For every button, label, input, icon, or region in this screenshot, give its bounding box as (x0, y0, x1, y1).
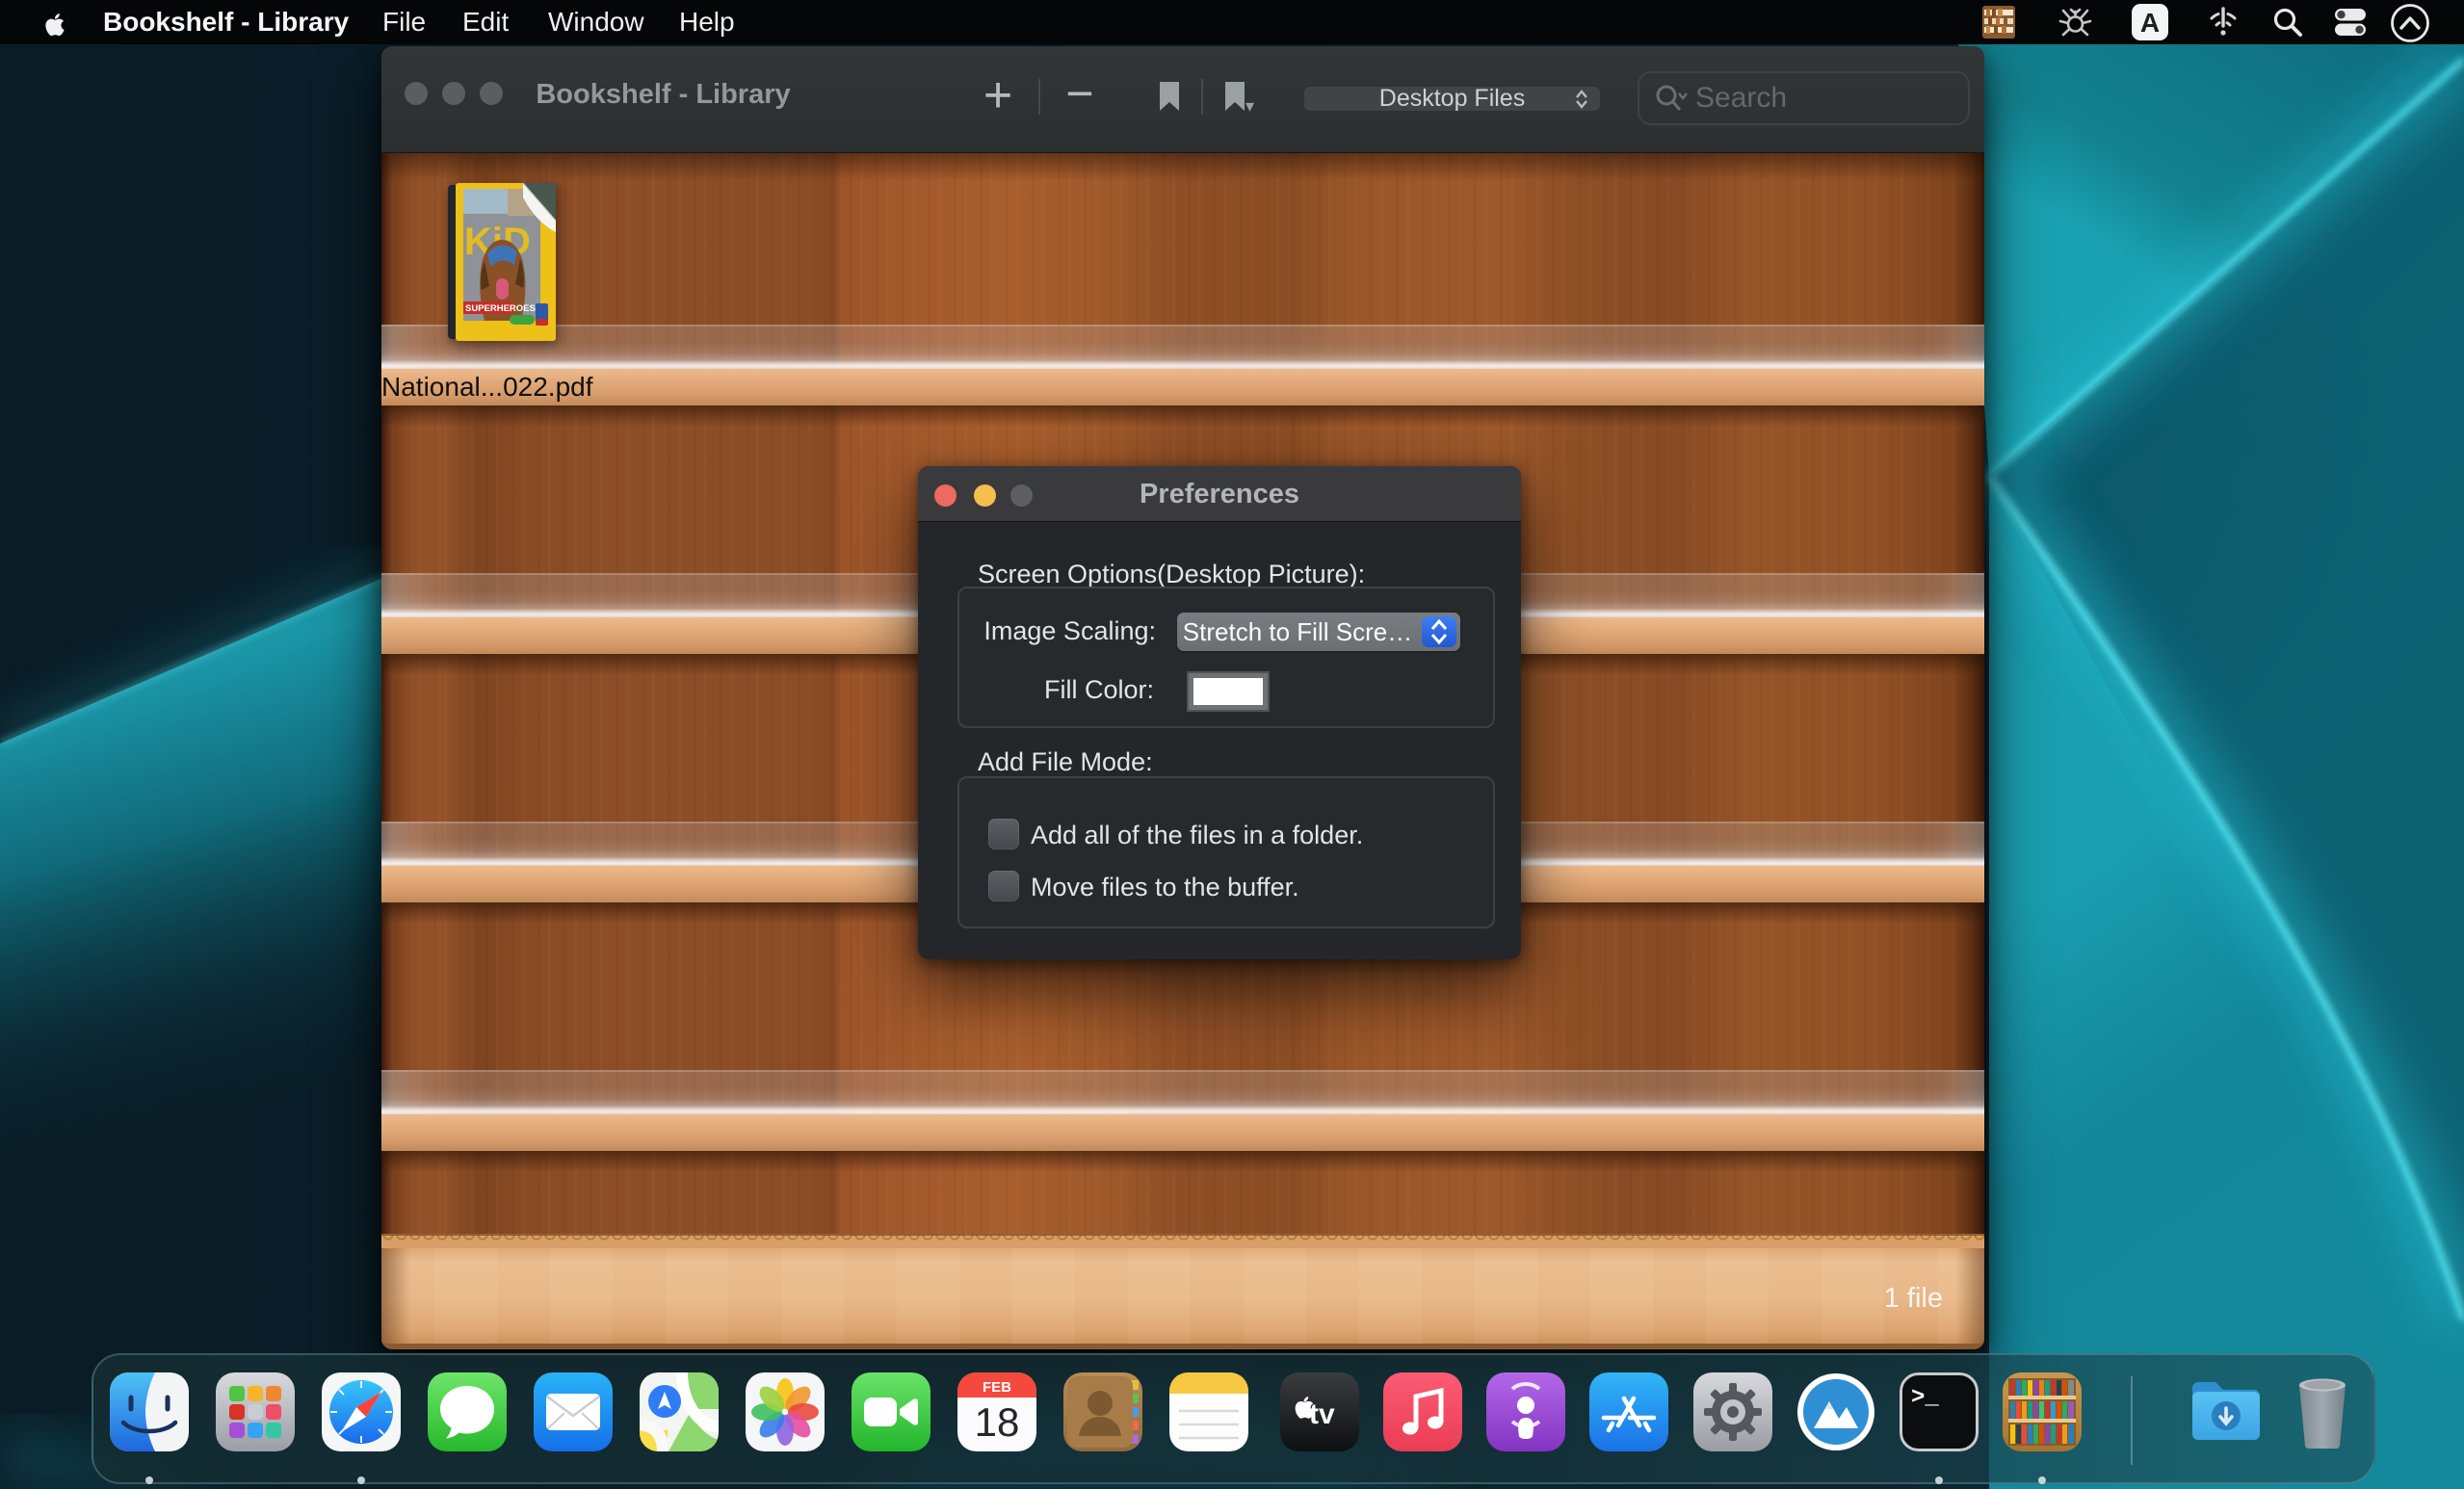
svg-text:>_: >_ (1911, 1385, 1939, 1411)
svg-text:18: 18 (975, 1399, 1020, 1445)
svg-text:SUPERHEROES!: SUPERHEROES! (465, 303, 538, 314)
svg-text:A: A (2140, 8, 2160, 38)
svg-text:FEB: FEB (983, 1379, 1011, 1396)
svg-text:tv: tv (1309, 1398, 1335, 1430)
